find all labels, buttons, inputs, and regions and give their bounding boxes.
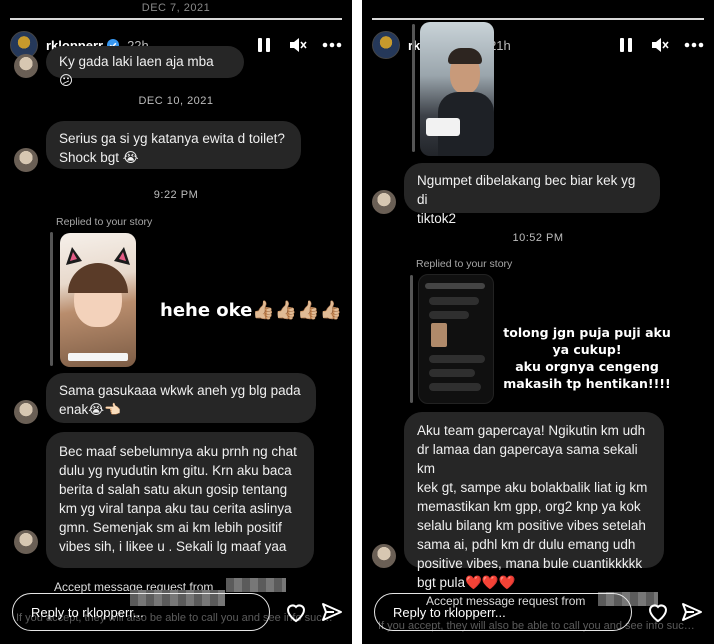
sender-avatar xyxy=(14,54,38,78)
mute-button[interactable] xyxy=(288,35,308,55)
reply-input[interactable]: Reply to rklopperr... xyxy=(374,593,632,631)
message-text: Shock bgt 😭 xyxy=(59,150,139,165)
message-text: bgt pula❤️❤️❤️ xyxy=(417,575,516,590)
sender-avatar xyxy=(372,190,396,214)
thumb-row xyxy=(429,355,485,363)
heart-icon[interactable] xyxy=(284,600,308,624)
message-text: dr lamaa dan gapercaya sama sekali km xyxy=(417,442,638,476)
reply-placeholder: Reply to rklopperr... xyxy=(393,604,506,620)
story-sticker xyxy=(68,353,128,361)
mute-button[interactable] xyxy=(650,35,670,55)
message-text: berita d salah satu akun gosip tentang xyxy=(59,482,288,497)
message-text: dulu yg nyudutin km gitu. Krn aku baca xyxy=(59,463,292,478)
message-bubble: Serius ga si yg katanya ewita d toilet? … xyxy=(46,121,301,169)
sender-avatar xyxy=(14,148,38,172)
message-text: Ngumpet dibelakang bec biar kek yg di xyxy=(417,173,636,207)
thumb-row xyxy=(429,383,481,391)
date-separator: DEC 10, 2021 xyxy=(138,95,214,107)
message-text: Serius ga si yg katanya ewita d toilet? xyxy=(59,131,285,146)
pause-button[interactable] xyxy=(254,35,274,55)
message-text: Bec maaf sebelumnya aku prnh ng chat xyxy=(59,444,297,459)
story-thumbnail[interactable] xyxy=(418,274,494,404)
message-text: sama ai, pdhl km dr dulu emang udh xyxy=(417,537,636,552)
thumb-row xyxy=(429,311,469,319)
story-sticker xyxy=(426,118,460,136)
message-text: memastikan km gpp, org2 knp ya kok xyxy=(417,499,641,514)
message-text: km yg viral tanpa aku tau cerita aslinya xyxy=(59,501,292,516)
story-left: DEC 7, 2021 rklopperr 22h Ky gada laki l… xyxy=(0,0,352,644)
message-bubble: Ngumpet dibelakang bec biar kek yg di ti… xyxy=(404,163,660,226)
send-icon[interactable] xyxy=(320,600,344,624)
more-icon xyxy=(684,42,704,48)
thumb-image xyxy=(431,323,447,347)
message-text: vibes sih, i likee u . Sekali lg maaf ya… xyxy=(59,539,287,554)
replied-label: Replied to your story xyxy=(56,216,153,228)
more-button[interactable] xyxy=(684,35,704,55)
message-text: selalu bilang km positive vibes setelah xyxy=(417,518,646,533)
story-progress-bar xyxy=(372,18,704,20)
overlay-line: tolong jgn puja puji aku xyxy=(503,325,671,340)
thumb-row xyxy=(429,297,479,305)
mute-icon xyxy=(290,38,307,52)
sender-avatar xyxy=(14,400,38,424)
overlay-line: aku orgnya cengeng xyxy=(515,359,659,374)
thumb-row xyxy=(425,283,485,289)
message-text: Sama gasukaaa wkwk aneh yg blg pada xyxy=(59,383,301,398)
pause-button[interactable] xyxy=(616,35,636,55)
story-progress-bar xyxy=(10,18,342,20)
story-caption: hehe oke👍🏼👍🏼👍🏼👍🏼 xyxy=(160,300,343,321)
overlay-line: ya cukup! xyxy=(552,342,622,357)
hair xyxy=(448,48,482,64)
reply-bar xyxy=(412,24,415,152)
more-button[interactable] xyxy=(322,35,342,55)
story-thumbnail[interactable] xyxy=(420,22,494,156)
reply-bar xyxy=(50,232,53,366)
replied-label: Replied to your story xyxy=(416,258,513,270)
reply-input[interactable]: Reply to rklopperr... xyxy=(12,593,270,631)
message-text: Ky gada laki laen aja mba 😕 xyxy=(59,54,214,88)
more-icon xyxy=(322,42,342,48)
pause-icon xyxy=(258,38,270,52)
story-overlay-text: tolong jgn puja puji aku ya cukup! aku o… xyxy=(494,324,680,392)
avatar[interactable] xyxy=(372,31,400,59)
mute-icon xyxy=(652,38,669,52)
thumb-row xyxy=(429,369,475,377)
message-bubble: Sama gasukaaa wkwk aneh yg blg pada enak… xyxy=(46,373,316,423)
reply-bar xyxy=(410,275,413,403)
message-bubble: Bec maaf sebelumnya aku prnh ng chat dul… xyxy=(46,432,314,568)
message-text: tiktok2 xyxy=(417,211,457,226)
date-separator-top: DEC 7, 2021 xyxy=(141,2,211,14)
story-right: rklopperr 21h Ngumpet dibelakang bec bia… xyxy=(362,0,714,644)
send-icon[interactable] xyxy=(680,600,704,624)
message-text: enak😭👈🏻 xyxy=(59,402,121,417)
message-text: kek gt, sampe aku bolakbalik liat ig km xyxy=(417,480,648,495)
message-text: gmn. Semenjak sm ai km lebih positif xyxy=(59,520,282,535)
sender-avatar xyxy=(14,530,38,554)
message-bubble: Ky gada laki laen aja mba 😕 xyxy=(46,46,244,88)
message-text: Aku team gapercaya! Ngikutin km udh xyxy=(417,423,646,438)
overlay-line: makasih tp hentikan!!!! xyxy=(503,376,671,391)
censored-username xyxy=(226,578,286,592)
time-separator: 10:52 PM xyxy=(512,232,564,244)
time-separator: 9:22 PM xyxy=(153,189,199,201)
pause-icon xyxy=(620,38,632,52)
message-bubble: Aku team gapercaya! Ngikutin km udh dr l… xyxy=(404,412,664,590)
reply-placeholder: Reply to rklopperr... xyxy=(31,604,144,620)
message-text: positive vibes, mana bule cuantikkkkk xyxy=(417,556,643,571)
heart-icon[interactable] xyxy=(646,600,670,624)
story-thumbnail[interactable] xyxy=(60,233,136,367)
sender-avatar xyxy=(372,544,396,568)
